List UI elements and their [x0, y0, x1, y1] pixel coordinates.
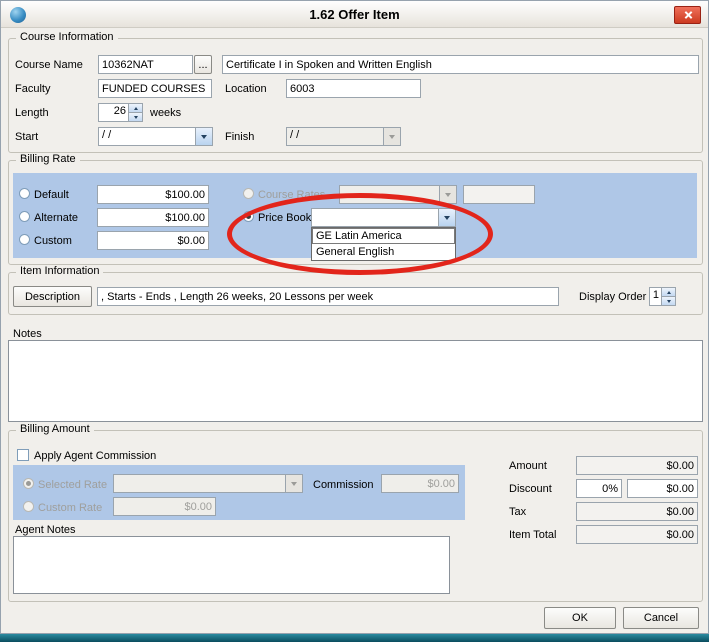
- alternate-rate-field[interactable]: $100.00: [97, 208, 209, 227]
- price-book-radio[interactable]: [243, 211, 254, 222]
- commission-label: Commission: [313, 479, 374, 491]
- description-field[interactable]: , Starts - Ends , Length 26 weeks, 20 Le…: [97, 287, 559, 306]
- length-value: 26: [99, 104, 128, 121]
- location-field[interactable]: 6003: [286, 79, 421, 98]
- custom-rate-label-billing: Custom: [34, 235, 72, 247]
- close-icon: [683, 11, 692, 20]
- course-rates-extra-field: [463, 185, 535, 204]
- course-browse-button[interactable]: ...: [194, 55, 212, 74]
- faculty-field[interactable]: FUNDED COURSES: [98, 79, 212, 98]
- finish-chevron-down-icon: [383, 128, 400, 145]
- default-rate-radio[interactable]: [19, 188, 30, 199]
- course-name-label: Course Name: [15, 59, 83, 71]
- custom-rate-field-billing[interactable]: $0.00: [97, 231, 209, 250]
- offer-item-window: 1.62 Offer Item Course Information Cours…: [0, 0, 709, 642]
- course-information-legend: Course Information: [16, 31, 118, 43]
- faculty-label: Faculty: [15, 83, 50, 95]
- tax-label: Tax: [509, 506, 526, 518]
- selected-rate-value: [114, 475, 285, 492]
- cancel-button[interactable]: Cancel: [623, 607, 699, 629]
- finish-date-value: / /: [287, 128, 383, 145]
- start-date-value: / /: [99, 128, 195, 145]
- notes-textarea[interactable]: [8, 340, 703, 422]
- display-order-value: 1: [650, 288, 661, 305]
- description-button[interactable]: Description: [13, 286, 92, 307]
- course-title-field[interactable]: Certificate I in Spoken and Written Engl…: [222, 55, 699, 74]
- alternate-rate-label: Alternate: [34, 212, 78, 224]
- ok-button[interactable]: OK: [544, 607, 616, 629]
- spin-down-icon[interactable]: [662, 297, 675, 305]
- discount-amount-field[interactable]: $0.00: [627, 479, 698, 498]
- close-button[interactable]: [674, 6, 701, 24]
- spin-up-icon[interactable]: [129, 104, 142, 113]
- agent-notes-textarea[interactable]: [13, 536, 450, 594]
- selected-rate-radio: [23, 478, 34, 489]
- course-rates-radio: [243, 188, 254, 199]
- desktop-background-strip: [0, 634, 709, 642]
- location-label: Location: [225, 83, 267, 95]
- spin-up-icon[interactable]: [662, 288, 675, 297]
- default-rate-field[interactable]: $100.00: [97, 185, 209, 204]
- length-spin-buttons: [128, 104, 142, 121]
- price-book-combo[interactable]: [311, 208, 456, 227]
- finish-date-combo: / /: [286, 127, 401, 146]
- tax-field: $0.00: [576, 502, 698, 521]
- course-rates-label: Course Rates: [258, 189, 325, 201]
- apply-agent-commission-label: Apply Agent Commission: [34, 450, 156, 462]
- amount-field: $0.00: [576, 456, 698, 475]
- item-total-field: $0.00: [576, 525, 698, 544]
- agent-notes-label: Agent Notes: [15, 524, 76, 536]
- commission-field: $0.00: [381, 474, 459, 493]
- weeks-label: weeks: [150, 107, 181, 119]
- price-book-option[interactable]: General English: [312, 244, 455, 260]
- selected-rate-label: Selected Rate: [38, 479, 107, 491]
- discount-label: Discount: [509, 483, 552, 495]
- course-rates-value: [340, 186, 439, 203]
- title-bar[interactable]: 1.62 Offer Item: [1, 1, 708, 28]
- custom-rate-field: $0.00: [113, 497, 216, 516]
- finish-label: Finish: [225, 131, 254, 143]
- window-title: 1.62 Offer Item: [1, 1, 708, 28]
- discount-percent-field[interactable]: 0%: [576, 479, 622, 498]
- display-order-spinner[interactable]: 1: [649, 287, 676, 306]
- course-rates-combo: [339, 185, 457, 204]
- item-total-label: Item Total: [509, 529, 557, 541]
- amount-label: Amount: [509, 460, 547, 472]
- selected-rate-chevron-down-icon: [285, 475, 302, 492]
- billing-rate-legend: Billing Rate: [16, 153, 80, 165]
- price-book-dropdown-list: GE Latin America General English: [311, 227, 456, 261]
- display-order-label: Display Order: [579, 291, 646, 303]
- start-chevron-down-icon[interactable]: [195, 128, 212, 145]
- selected-rate-combo: [113, 474, 303, 493]
- item-information-legend: Item Information: [16, 265, 103, 277]
- length-label: Length: [15, 107, 49, 119]
- display-order-spin-buttons: [661, 288, 675, 305]
- length-spinner[interactable]: 26: [98, 103, 143, 122]
- price-book-chevron-down-icon[interactable]: [438, 209, 455, 226]
- start-label: Start: [15, 131, 38, 143]
- offer-item-dialog: 1.62 Offer Item Course Information Cours…: [0, 0, 709, 634]
- custom-rate-radio: [23, 501, 34, 512]
- price-book-option[interactable]: GE Latin America: [312, 228, 455, 244]
- spin-down-icon[interactable]: [129, 113, 142, 121]
- apply-agent-commission-checkbox[interactable]: [17, 449, 29, 461]
- alternate-rate-radio[interactable]: [19, 211, 30, 222]
- start-date-combo[interactable]: / /: [98, 127, 213, 146]
- custom-rate-radio-billing[interactable]: [19, 234, 30, 245]
- price-book-value: [312, 209, 438, 226]
- billing-amount-legend: Billing Amount: [16, 423, 94, 435]
- custom-rate-label: Custom Rate: [38, 502, 102, 514]
- price-book-label: Price Book: [258, 212, 311, 224]
- course-name-field[interactable]: 10362NAT: [98, 55, 193, 74]
- notes-label: Notes: [13, 328, 42, 340]
- course-rates-chevron-down-icon: [439, 186, 456, 203]
- default-rate-label: Default: [34, 189, 69, 201]
